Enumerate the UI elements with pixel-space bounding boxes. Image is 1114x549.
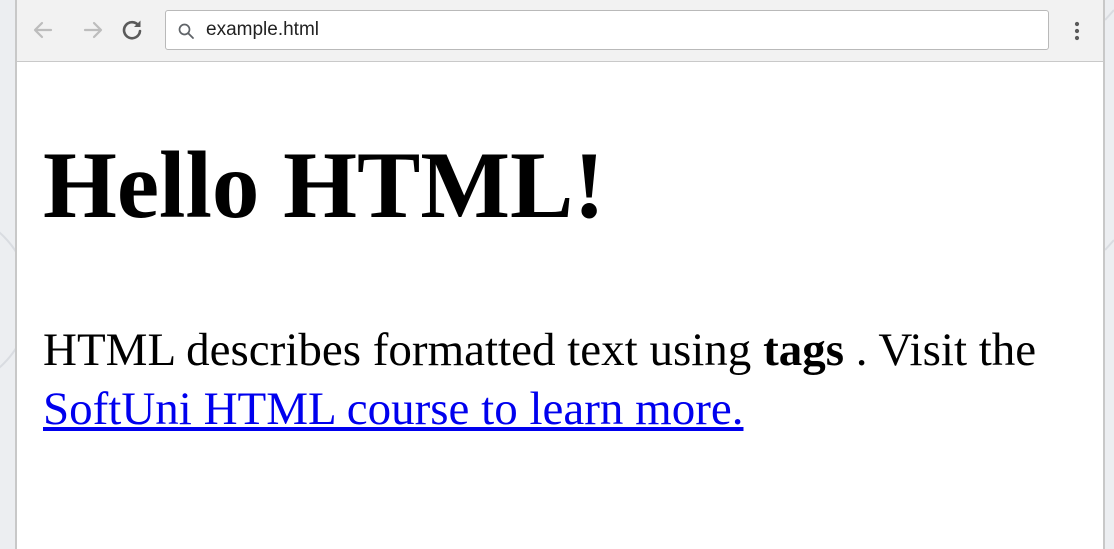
menu-button[interactable]: [1065, 17, 1089, 45]
search-icon: [178, 23, 194, 39]
browser-toolbar: [17, 0, 1103, 62]
browser-window: Hello HTML! HTML describes formatted tex…: [15, 0, 1105, 549]
bold-tags-word: tags: [763, 324, 845, 376]
page-content: Hello HTML! HTML describes formatted tex…: [17, 62, 1103, 549]
paragraph-text-middle: . Visit the: [844, 324, 1037, 376]
address-input[interactable]: [206, 17, 1026, 43]
reload-icon: [122, 20, 142, 40]
reload-button[interactable]: [118, 16, 146, 44]
arrow-right-icon: [83, 21, 103, 39]
more-vert-icon: [1074, 21, 1080, 41]
back-button[interactable]: [29, 16, 57, 44]
forward-button[interactable]: [79, 16, 107, 44]
page-paragraph: HTML describes formatted text using tags…: [43, 321, 1083, 439]
arrow-left-icon: [33, 21, 53, 39]
address-bar[interactable]: [165, 10, 1049, 50]
paragraph-text-before: HTML describes formatted text using: [43, 324, 764, 376]
softuni-course-link[interactable]: SoftUni HTML course to learn more.: [43, 383, 743, 435]
page-heading: Hello HTML!: [43, 132, 606, 238]
